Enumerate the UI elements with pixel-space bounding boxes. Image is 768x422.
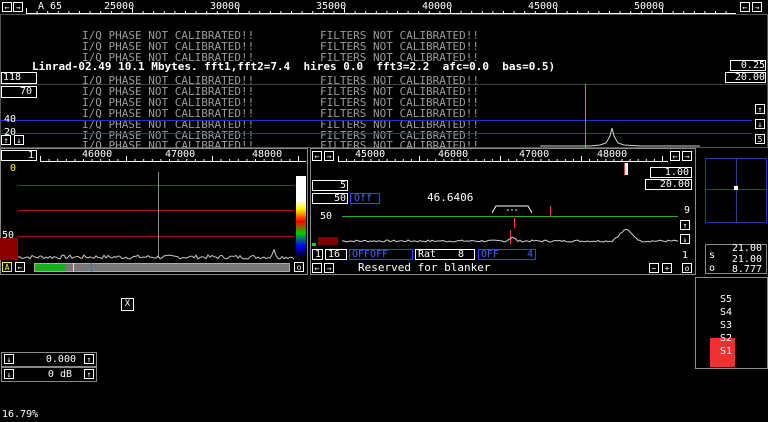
bb-rat-value: 8 — [458, 249, 465, 260]
scale-left-arrow[interactable]: ← — [2, 2, 12, 12]
gain-up-arrow[interactable]: ↑ — [84, 354, 94, 364]
baseband-left-trace — [18, 248, 294, 260]
baseband-o-button[interactable]: o — [294, 262, 304, 272]
polar-value: 21.00 — [731, 243, 762, 254]
red-level-line — [18, 185, 294, 186]
red-level-line — [18, 210, 294, 211]
bb-right-left-arrow-2[interactable]: ← — [670, 151, 680, 161]
polar-value: 8.777 — [731, 264, 762, 275]
wide-right-up-arrow[interactable]: ↑ — [755, 104, 765, 114]
db-up-arrow[interactable]: ↑ — [84, 369, 94, 379]
s-meter-label: S5 — [720, 294, 733, 305]
wide-down-arrow[interactable]: ↓ — [14, 135, 24, 145]
baseband-slider-fill — [35, 264, 65, 271]
close-icon: X — [124, 299, 131, 309]
wide-spectrum-trace — [540, 127, 700, 147]
polar-o-label: o — [709, 263, 716, 274]
bb-right-1: 1 — [682, 250, 689, 261]
bb-o-button[interactable]: o — [682, 263, 692, 273]
baseband-colorbar — [296, 176, 306, 258]
wide-level-value: 118 — [3, 72, 22, 83]
gain-down-arrow[interactable]: ↓ — [4, 354, 14, 364]
bb-row-16-label: 16 — [328, 249, 341, 260]
bb-level-50: 50 — [320, 211, 333, 222]
red-level-line — [18, 236, 294, 237]
bb-right-value: 20.00 — [659, 179, 690, 190]
bb-right-right-arrow[interactable]: → — [324, 151, 334, 161]
bb-offoff-label: OFFOFF — [352, 249, 389, 260]
scale-right-arrow[interactable]: → — [13, 2, 23, 12]
bb-tune-marker — [624, 163, 628, 175]
bb-reserved-left-arrow[interactable]: ← — [312, 263, 322, 273]
s-meter-label: S3 — [720, 320, 733, 331]
scale-right-arrow-3[interactable]: → — [752, 2, 762, 12]
polar-s-label: s — [709, 250, 716, 261]
polar-point — [734, 186, 738, 190]
bb-off-label: Off — [354, 193, 373, 204]
bb-off2-label: OFF — [481, 249, 500, 260]
cpu-load: 16.79% — [2, 409, 39, 420]
db-down-arrow[interactable]: ↓ — [4, 369, 14, 379]
polar-axis-v — [736, 159, 737, 222]
bb-right-trace — [342, 228, 678, 243]
s-meter-label: S4 — [720, 307, 733, 318]
iq-warning: I/Q PHASE NOT CALIBRATED!! — [82, 140, 255, 148]
status-line: Linrad-02.49 10.1 Mbytes. fft1,fft2=7.4 … — [32, 60, 556, 73]
bb-minus-button[interactable]: − — [649, 263, 659, 273]
bb-rat-label: Rat — [418, 249, 437, 260]
bb-left-5-value: 5 — [339, 180, 346, 191]
s-meter-label: S1 — [720, 346, 733, 357]
baseband-slider-marker — [91, 263, 92, 272]
wide-right-value: 20.00 — [734, 72, 765, 83]
bb-reserved-label: Reserved for blanker — [358, 261, 491, 274]
baseband-slider-marker — [73, 263, 74, 272]
bb-right-up-arrow[interactable]: ↑ — [680, 220, 690, 230]
baseband-left-scale-ticks — [40, 156, 306, 162]
top-scale-bar: ← → A 65 25000 30000 35000 40000 45000 5… — [0, 0, 768, 14]
bb-row-1-label: 1 — [315, 249, 322, 260]
bb-off2-value: 4 — [527, 249, 534, 260]
wide-level-value: 70 — [20, 86, 33, 97]
bb-plus-button[interactable]: + — [662, 263, 672, 273]
bb-right-down-arrow[interactable]: ↓ — [680, 234, 690, 244]
bb-left-50-value: 50 — [333, 193, 346, 204]
bb-filter-bracket — [492, 205, 532, 214]
wide-right-down-arrow[interactable]: ↓ — [755, 119, 765, 129]
gain-value: 0.000 — [45, 354, 76, 365]
baseband-level-bar — [0, 238, 18, 260]
db-value: 0 dB — [47, 369, 72, 380]
reference-line — [0, 84, 768, 85]
baseband-mid-value: 50 — [2, 230, 15, 241]
wide-right-value: 0.25 — [740, 60, 765, 71]
bb-level-indicator-green — [312, 243, 316, 246]
baseband-left-scale-value: 1 — [27, 150, 34, 161]
bb-right-left-arrow[interactable]: ← — [312, 151, 322, 161]
bb-freq-readout: 46.6406 — [427, 191, 474, 204]
wide-level-value: 40 — [4, 114, 17, 125]
bb-right-9: 9 — [684, 205, 691, 216]
bb-right-value: 1.00 — [664, 167, 689, 178]
bb-reserved-right-arrow[interactable]: → — [324, 263, 334, 273]
baseband-top-value: 0 — [10, 163, 17, 174]
close-button[interactable]: X — [121, 298, 134, 311]
wide-up-arrow[interactable]: ↑ — [1, 135, 11, 145]
bb-right-scale-ticks — [338, 156, 668, 162]
baseband-a-button[interactable]: A — [2, 262, 12, 272]
bb-level-indicator — [318, 237, 338, 245]
filters-warning: FILTERS NOT CALIBRATED!! — [320, 140, 479, 148]
bb-right-right-arrow-2[interactable]: → — [682, 151, 692, 161]
scale-right-arrow-2[interactable]: ← — [740, 2, 750, 12]
baseband-left-arrow[interactable]: ← — [15, 262, 25, 272]
s-meter-label: S2 — [720, 333, 733, 344]
wide-right-5-button[interactable]: 5 — [755, 134, 765, 144]
